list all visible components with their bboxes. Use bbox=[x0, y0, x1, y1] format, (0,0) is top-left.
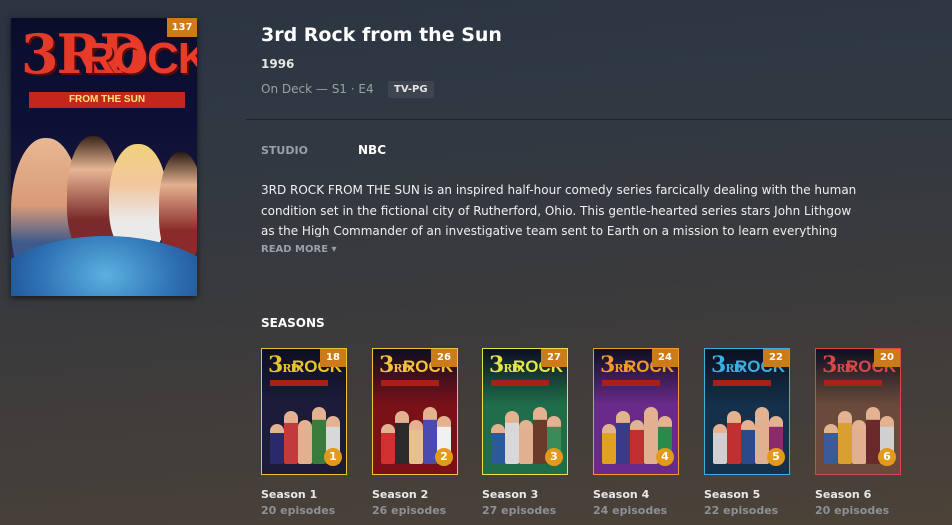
poster-tagline: FROM THE SUN bbox=[29, 92, 185, 108]
season-label[interactable]: Season 4 bbox=[593, 488, 679, 501]
cast-figure bbox=[602, 424, 616, 464]
season-episode-badge: 20 bbox=[874, 349, 900, 367]
season-episode-badge: 18 bbox=[320, 349, 346, 367]
season-number-circle: 6 bbox=[878, 448, 896, 466]
season-episode-count: 22 episodes bbox=[704, 504, 779, 517]
season-episode-count: 24 episodes bbox=[593, 504, 668, 517]
show-summary: 3RD ROCK FROM THE SUN is an inspired hal… bbox=[261, 183, 857, 237]
episode-count-badge: 137 bbox=[167, 18, 197, 37]
season-cover[interactable]: 3RD ROCK 1 18 bbox=[261, 348, 347, 475]
season-card[interactable]: 3RD ROCK 2 26 Season 2 26 episodes bbox=[372, 348, 458, 517]
season-episode-count: 20 episodes bbox=[815, 504, 890, 517]
season-card[interactable]: 3RD ROCK 6 20 Season 6 20 episodes bbox=[815, 348, 901, 517]
cast-figure bbox=[824, 424, 838, 464]
season-logo-strip bbox=[602, 380, 660, 386]
season-number-circle: 5 bbox=[767, 448, 785, 466]
season-number-circle: 2 bbox=[435, 448, 453, 466]
season-label[interactable]: Season 1 bbox=[261, 488, 347, 501]
season-episode-badge: 22 bbox=[763, 349, 789, 367]
show-year: 1996 bbox=[261, 57, 295, 71]
cast-figure bbox=[741, 420, 755, 464]
cast-figure bbox=[505, 411, 519, 464]
season-episode-count: 27 episodes bbox=[482, 504, 557, 517]
cast-figure bbox=[270, 424, 284, 464]
poster-earth bbox=[11, 236, 197, 296]
season-card[interactable]: 3RD ROCK 4 24 Season 4 24 episodes bbox=[593, 348, 679, 517]
cast-figure bbox=[409, 420, 423, 464]
on-deck[interactable]: On Deck — S1 · E4 bbox=[261, 82, 374, 96]
season-card[interactable]: 3RD ROCK 1 18 Season 1 20 episodes bbox=[261, 348, 347, 517]
season-logo-strip bbox=[491, 380, 549, 386]
studio-value[interactable]: NBC bbox=[358, 143, 386, 157]
season-label[interactable]: Season 2 bbox=[372, 488, 458, 501]
content-rating-badge: TV-PG bbox=[388, 81, 434, 98]
studio-label: STUDIO bbox=[261, 144, 308, 157]
season-card[interactable]: 3RD ROCK 5 22 Season 5 22 episodes bbox=[704, 348, 790, 517]
season-cover[interactable]: 3RD ROCK 2 26 bbox=[372, 348, 458, 475]
poster-logo-rock: ROCK bbox=[83, 34, 197, 83]
cast-figure bbox=[519, 420, 533, 464]
divider bbox=[246, 119, 952, 120]
cast-figure bbox=[616, 411, 630, 464]
on-deck-label: On Deck bbox=[261, 82, 313, 96]
cast-figure bbox=[491, 424, 505, 464]
cast-figure bbox=[395, 411, 409, 464]
season-card[interactable]: 3RD ROCK 3 27 Season 3 27 episodes bbox=[482, 348, 568, 517]
season-cover[interactable]: 3RD ROCK 6 20 bbox=[815, 348, 901, 475]
on-deck-episode: — S1 · E4 bbox=[315, 82, 374, 96]
season-episode-badge: 27 bbox=[541, 349, 567, 367]
season-cover[interactable]: 3RD ROCK 5 22 bbox=[704, 348, 790, 475]
season-number-circle: 3 bbox=[545, 448, 563, 466]
season-cover[interactable]: 3RD ROCK 4 24 bbox=[593, 348, 679, 475]
season-label[interactable]: Season 5 bbox=[704, 488, 790, 501]
season-episode-badge: 24 bbox=[652, 349, 678, 367]
season-episode-badge: 26 bbox=[431, 349, 457, 367]
seasons-heading: SEASONS bbox=[261, 316, 325, 330]
read-more-button[interactable]: READ MORE ▾ bbox=[261, 244, 337, 255]
cast-figure bbox=[298, 420, 312, 464]
cast-figure bbox=[713, 424, 727, 464]
season-logo-strip bbox=[713, 380, 771, 386]
cast-figure bbox=[630, 420, 644, 464]
season-label[interactable]: Season 3 bbox=[482, 488, 568, 501]
season-number-circle: 4 bbox=[656, 448, 674, 466]
cast-figure bbox=[284, 411, 298, 464]
season-episode-count: 26 episodes bbox=[372, 504, 447, 517]
season-logo-strip bbox=[270, 380, 328, 386]
season-episode-count: 20 episodes bbox=[261, 504, 336, 517]
show-title: 3rd Rock from the Sun bbox=[261, 24, 502, 46]
season-logo-strip bbox=[824, 380, 882, 386]
season-number-circle: 1 bbox=[324, 448, 342, 466]
show-poster[interactable]: 3RD ROCK FROM THE SUN 137 bbox=[11, 18, 197, 296]
cast-figure bbox=[838, 411, 852, 464]
season-logo-strip bbox=[381, 380, 439, 386]
season-label[interactable]: Season 6 bbox=[815, 488, 901, 501]
cast-figure bbox=[727, 411, 741, 464]
cast-figure bbox=[381, 424, 395, 464]
cast-figure bbox=[852, 420, 866, 464]
season-cover[interactable]: 3RD ROCK 3 27 bbox=[482, 348, 568, 475]
